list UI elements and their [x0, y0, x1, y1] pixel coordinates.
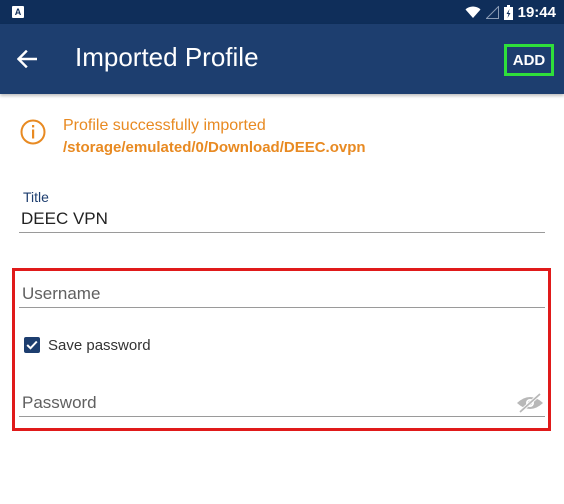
arrow-left-icon: [17, 50, 37, 68]
add-button[interactable]: ADD: [504, 44, 554, 76]
save-password-checkbox[interactable]: Save password: [24, 335, 151, 355]
username-input[interactable]: [22, 281, 502, 307]
password-input[interactable]: [22, 390, 502, 416]
page-title: Imported Profile: [75, 42, 259, 72]
eye-off-icon[interactable]: [515, 392, 545, 414]
info-icon: [20, 119, 46, 145]
notification-a-icon: A: [12, 6, 24, 18]
signal-icon: [485, 5, 499, 19]
battery-icon: [503, 4, 513, 20]
username-underline: [19, 307, 545, 308]
notice-message: Profile successfully imported: [63, 117, 266, 134]
status-time: 19:44: [517, 3, 556, 21]
status-icons: 19:44: [465, 0, 556, 24]
checkbox-checked-icon[interactable]: [24, 337, 40, 353]
password-field: [19, 390, 545, 418]
title-field: Title: [19, 189, 545, 234]
notice-path: /storage/emulated/0/Download/DEEC.ovpn: [63, 139, 366, 156]
username-field: [19, 281, 545, 309]
back-button[interactable]: [12, 44, 42, 74]
title-input[interactable]: [21, 209, 541, 229]
status-bar: A 19:44: [0, 0, 564, 24]
save-password-label: Save password: [48, 336, 151, 354]
password-underline: [19, 416, 545, 417]
title-label: Title: [23, 189, 49, 205]
title-underline: [19, 232, 545, 233]
app-bar: Imported Profile ADD: [0, 24, 564, 94]
import-notice: Profile successfully imported /storage/e…: [20, 117, 550, 157]
wifi-icon: [465, 6, 481, 18]
